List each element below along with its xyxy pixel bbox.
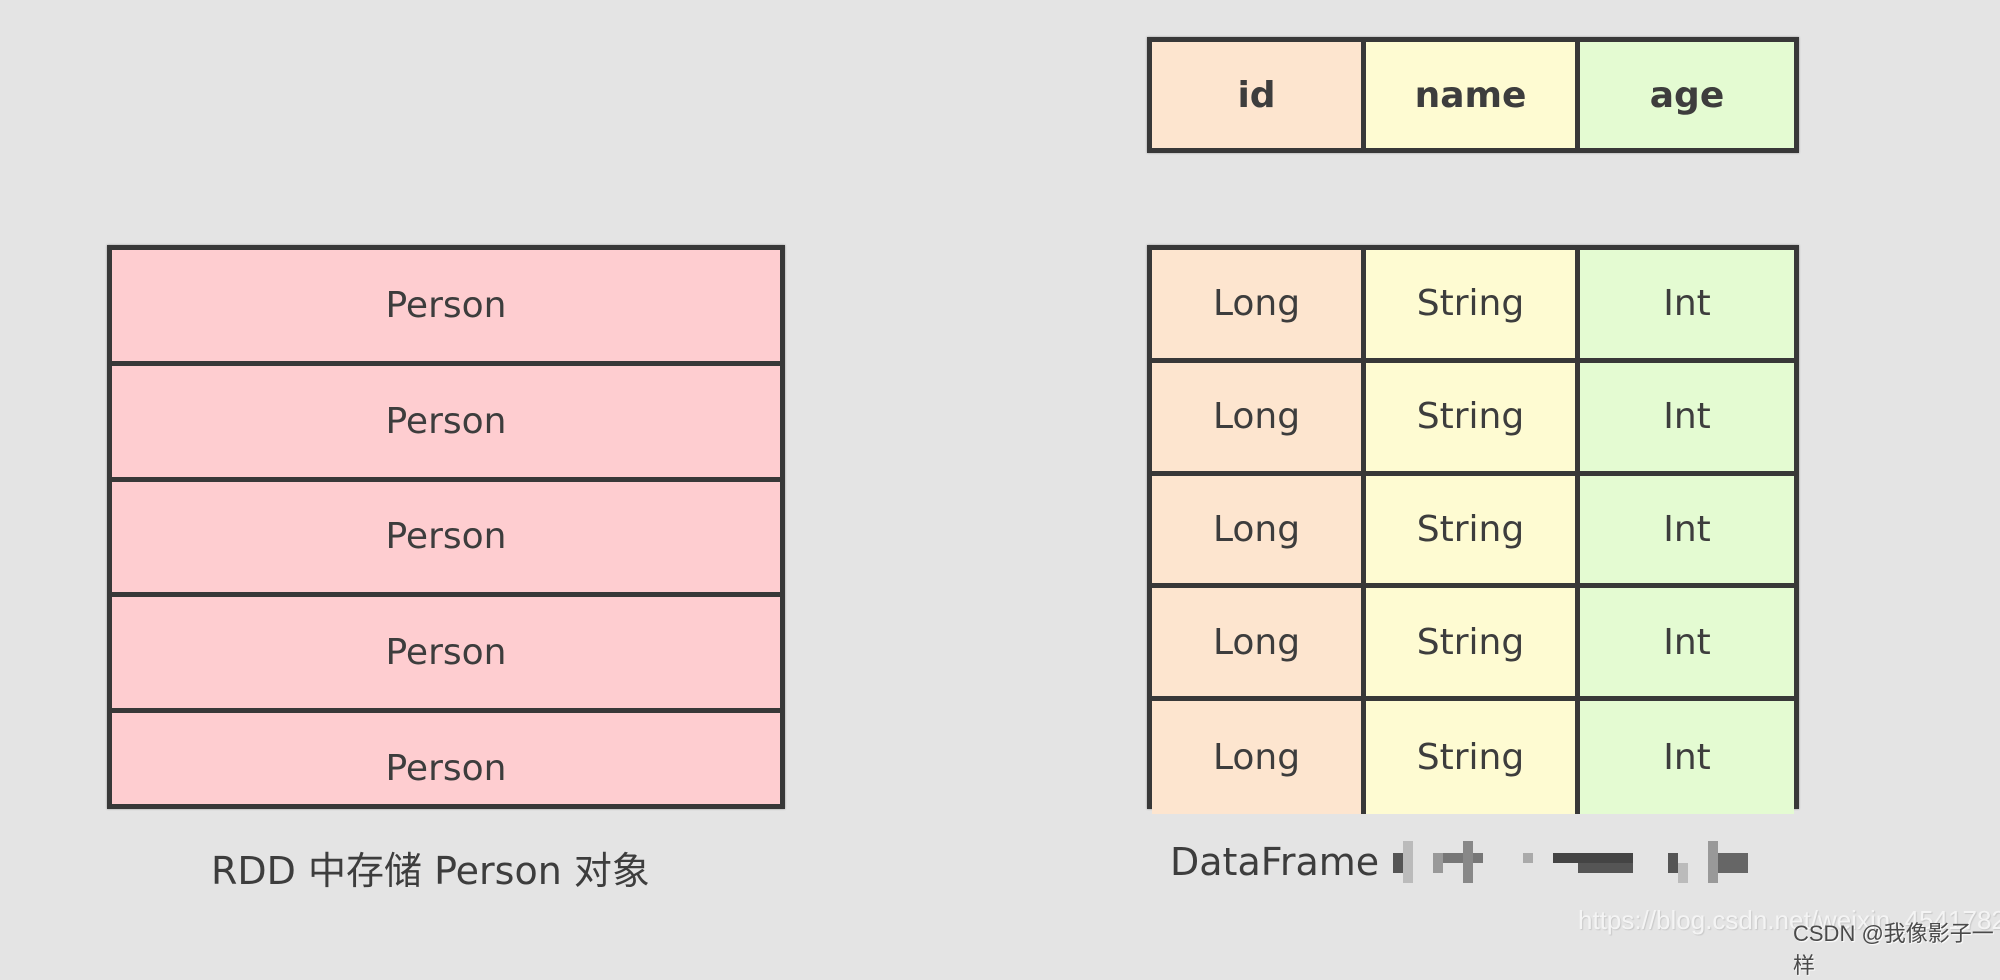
table-cell: Int: [1580, 475, 1794, 589]
table-cell: String: [1366, 588, 1580, 702]
table-cell: Long: [1152, 362, 1366, 476]
table-cell: Int: [1580, 250, 1794, 363]
rdd-table: Person Person Person Person Person: [107, 245, 785, 809]
table-cell: String: [1366, 250, 1580, 363]
rdd-caption: RDD 中存储 Person 对象: [211, 849, 650, 893]
table-cell: String: [1366, 701, 1580, 815]
table-cell: Long: [1152, 475, 1366, 589]
dataframe-header: id name age: [1147, 37, 1799, 153]
table-cell: Long: [1152, 588, 1366, 702]
rdd-row: Person: [112, 482, 780, 598]
table-cell: Long: [1152, 250, 1366, 363]
watermark-author: CSDN @我像影子一样: [1793, 921, 1994, 978]
rdd-row: Person: [112, 250, 780, 366]
table-cell: Int: [1580, 701, 1794, 815]
pixelated-redaction: [1393, 841, 1765, 883]
dataframe-caption: DataFrame: [1170, 840, 1765, 884]
table-cell: String: [1366, 362, 1580, 476]
table-cell: Int: [1580, 588, 1794, 702]
table-cell: Int: [1580, 362, 1794, 476]
column-header-age: age: [1580, 42, 1794, 148]
rdd-row: Person: [385, 748, 507, 790]
dataframe-caption-text: DataFrame: [1170, 840, 1380, 884]
rdd-row: Person: [112, 597, 780, 714]
table-cell: String: [1366, 475, 1580, 589]
dataframe-table: Long String Int Long String Int Long Str…: [1147, 245, 1799, 815]
column-header-name: name: [1366, 42, 1580, 148]
rdd-row: Person: [112, 366, 780, 482]
column-header-id: id: [1152, 42, 1366, 148]
table-cell: Long: [1152, 701, 1366, 815]
